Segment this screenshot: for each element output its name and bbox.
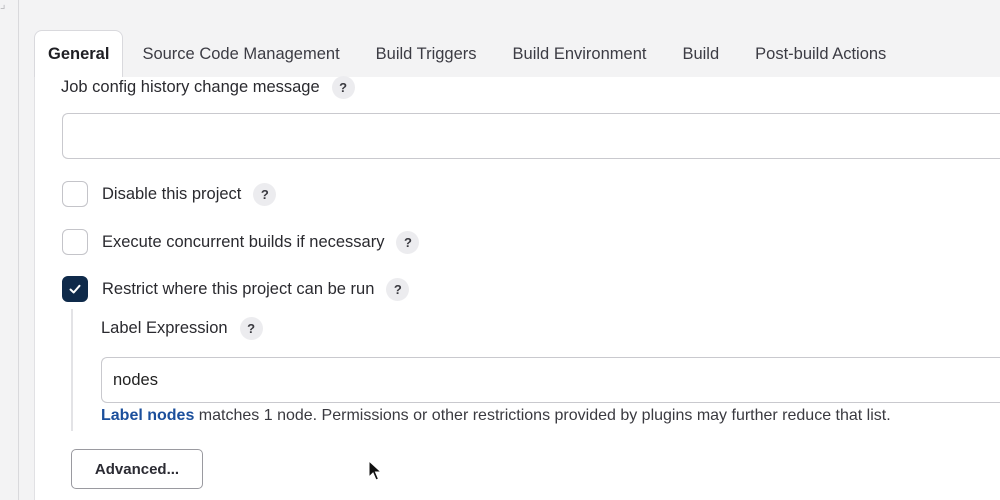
label-expression-hint: Label nodes matches 1 node. Permissions … [101,407,891,425]
general-section: Job config history change message ? Disa… [34,75,1000,500]
concurrent-builds-label[interactable]: Execute concurrent builds if necessary [102,233,384,252]
tab-build[interactable]: Build [665,30,736,78]
help-icon[interactable]: ? [331,75,355,99]
corner-mark: ⌟ [0,0,6,11]
label-nodes-link[interactable]: Label nodes [101,407,194,424]
history-message-label-text: Job config history change message [61,77,320,96]
disable-project-label[interactable]: Disable this project [102,185,241,204]
disable-project-checkbox[interactable] [62,181,88,207]
help-icon[interactable]: ? [386,277,410,301]
label-expression-label: Label Expression ? [101,316,263,340]
history-message-label: Job config history change message ? [61,75,355,99]
mouse-cursor-icon [368,460,382,481]
disable-project-row: Disable this project ? [62,180,277,208]
help-icon[interactable]: ? [253,182,277,206]
concurrent-builds-checkbox[interactable] [62,229,88,255]
label-expression-hint-text: matches 1 node. Permissions or other res… [194,407,891,424]
left-divider [18,0,19,500]
help-icon[interactable]: ? [239,316,263,340]
tab-general[interactable]: General [34,30,124,78]
concurrent-builds-row: Execute concurrent builds if necessary ? [62,228,420,256]
restrict-run-checkbox[interactable] [62,276,88,302]
restrict-run-row: Restrict where this project can be run ? [62,275,410,303]
nested-options-rule [71,309,73,431]
advanced-button[interactable]: Advanced... [71,449,203,489]
tab-build-environment[interactable]: Build Environment [496,30,664,78]
help-icon[interactable]: ? [396,230,420,254]
tab-build-triggers[interactable]: Build Triggers [359,30,494,78]
label-expression-input[interactable]: nodes [101,357,1000,403]
tab-source-code-management[interactable]: Source Code Management [125,30,356,78]
label-expression-label-text: Label Expression [101,318,228,337]
history-message-input[interactable] [62,113,1000,159]
config-tabs: General Source Code Management Build Tri… [34,30,1000,78]
job-config-page: ⌟ General Source Code Management Build T… [0,0,1000,500]
tab-post-build-actions[interactable]: Post-build Actions [738,30,903,78]
restrict-run-label[interactable]: Restrict where this project can be run [102,280,374,299]
check-icon [69,284,81,294]
